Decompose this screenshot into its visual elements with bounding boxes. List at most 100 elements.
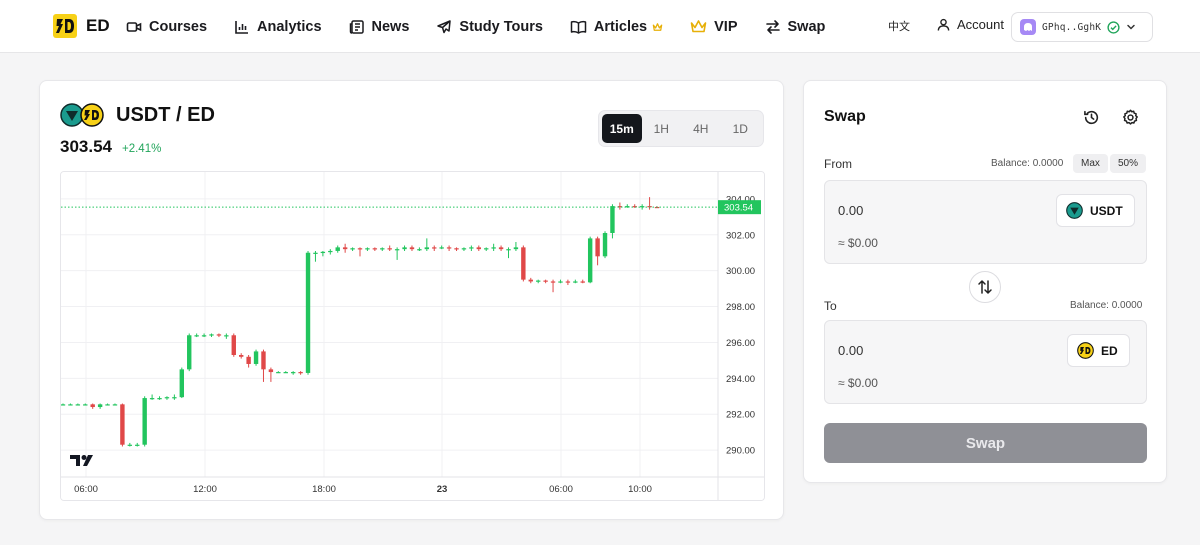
to-token-selector[interactable]: ED [1067,334,1130,367]
candle-body [513,247,519,250]
candle-body [179,369,184,398]
chevron-down-icon [1127,24,1135,30]
candle [120,403,125,447]
from-amount-input[interactable] [838,203,1018,218]
candle-body [224,335,229,337]
price-row: 303.54 +2.41% [60,137,161,157]
from-token-box: ≈ $0.00 USDT [824,180,1147,264]
candle-body [313,252,318,254]
interval-4h[interactable]: 4H [681,114,721,143]
x-tick-label: 23 [437,484,448,495]
candle-body [580,281,585,283]
x-tick-label: 18:00 [312,484,336,495]
chart-card: USDT / ED 303.54 +2.41% 15m 1H 4H 1D 304… [39,80,784,520]
nav-label: VIP [714,18,738,35]
crown-icon [690,20,707,33]
nav-item-swap[interactable]: Swap [765,19,825,35]
candle-body [276,372,281,374]
book-open-icon [570,20,587,34]
candle-body [97,404,103,408]
to-amount-input[interactable] [838,343,1018,358]
from-token-selector[interactable]: USDT [1056,194,1135,227]
newspaper-icon [349,19,364,34]
candle-body [268,369,274,373]
candle-body [342,247,348,250]
brand-logo[interactable]: ED [52,13,110,39]
candle-body [595,238,600,257]
half-button[interactable]: 50% [1110,154,1147,173]
max-button[interactable]: Max [1073,154,1108,173]
candle-body [461,248,467,250]
nav-item-news[interactable]: News [349,19,409,35]
price-chart[interactable]: 304.00 302.00 300.00 298.00 296.00 294.00 292.… [60,171,765,501]
price-change: +2.41% [122,143,162,155]
ed-logo-icon [53,14,77,38]
candle-body [298,372,303,374]
candle-body [335,247,340,251]
swap-vertical-icon [978,280,992,294]
candle-body [83,404,88,406]
candle-body [201,335,207,337]
interval-15m[interactable]: 15m [602,114,642,143]
nav-item-analytics[interactable]: Analytics [234,19,322,35]
nav-item-courses[interactable]: Courses [126,19,207,35]
candle-body [469,247,474,249]
candle-body [476,247,481,250]
candle-body [231,335,236,355]
wallet-button[interactable]: GPhq..GghK [1011,12,1153,42]
candle-body [90,404,95,408]
usdt-token-icon [1066,202,1083,219]
account-label: Account [957,17,1004,32]
to-label: To [824,299,837,313]
candle-body [127,444,133,446]
candle-body [290,372,296,374]
y-tick-label: 296.00 [726,338,755,349]
candle-body [565,281,571,283]
candle [305,250,311,375]
candle-body [387,248,392,250]
candle-body [135,444,140,446]
candle-body [521,247,526,280]
candle [142,396,147,447]
candle-body [506,249,511,251]
language-switcher[interactable]: 中文 [888,18,910,34]
candle-body [402,247,407,250]
candle-body [573,281,578,283]
interval-1d[interactable]: 1D [721,114,761,143]
swap-submit-button[interactable]: Swap [824,423,1147,463]
history-button[interactable] [1082,108,1100,126]
candle-body [328,250,333,253]
nav-item-vip[interactable]: VIP [690,18,738,35]
y-tick-label: 290.00 [726,446,755,457]
candle [231,333,236,357]
candle-body [409,247,415,250]
x-tick-label: 06:00 [74,484,98,495]
nav-item-articles[interactable]: Articles [570,19,663,35]
candle-body [536,280,541,282]
candle-body [357,248,363,250]
candle-body [610,206,615,233]
candle [521,245,526,282]
candle-body [149,398,155,400]
candle-body [602,233,608,257]
wallet-address: GPhq..GghK [1042,21,1102,33]
flip-tokens-button[interactable] [969,271,1001,303]
candle-body [209,334,214,336]
from-usd-value: ≈ $0.00 [838,236,878,250]
last-price-label: 303.54 [724,203,753,214]
wallet-avatar [1020,19,1036,35]
candlestick-chart[interactable]: 304.00302.00300.00298.00296.00294.00292.… [61,172,765,501]
account-menu[interactable]: Account [937,17,1004,32]
candle-body [558,281,563,283]
video-camera-icon [126,21,142,32]
airplane-icon [437,19,452,33]
candle-body [283,372,288,374]
candle-body [550,281,556,283]
interval-1h[interactable]: 1H [642,114,682,143]
x-tick-label: 12:00 [193,484,217,495]
user-icon [937,18,950,31]
candle-body [484,248,489,250]
nav-item-study-tours[interactable]: Study Tours [436,19,543,35]
settings-button[interactable] [1121,108,1139,126]
candle-body [261,351,266,370]
